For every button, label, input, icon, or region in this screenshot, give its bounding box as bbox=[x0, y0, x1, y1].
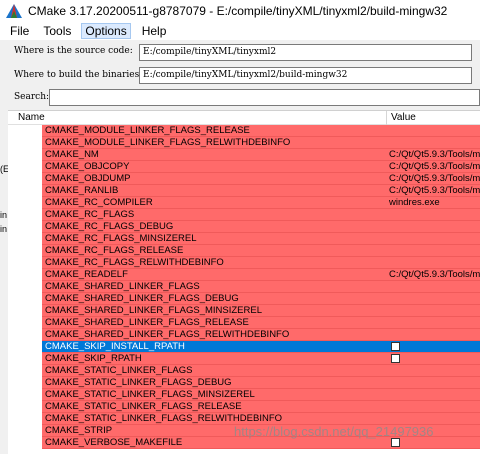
search-label: Search: bbox=[14, 92, 50, 102]
cache-entry-name: CMAKE_RC_COMPILER bbox=[45, 197, 153, 208]
menu-help[interactable]: Help bbox=[142, 24, 167, 38]
tree-indent-column bbox=[8, 125, 42, 454]
table-row[interactable]: CMAKE_STATIC_LINKER_FLAGS_MINSIZEREL bbox=[42, 389, 480, 401]
cache-entry-name: CMAKE_SKIP_INSTALL_RPATH bbox=[45, 341, 185, 352]
source-path-field[interactable]: E:/compile/tinyXML/tinyxml2 bbox=[139, 44, 472, 61]
cache-entry-name: CMAKE_SHARED_LINKER_FLAGS_MINSIZEREL bbox=[45, 305, 262, 316]
cache-entry-name: CMAKE_RC_FLAGS_RELWITHDEBINFO bbox=[45, 257, 224, 268]
table-row[interactable]: CMAKE_SHARED_LINKER_FLAGS_DEBUG bbox=[42, 293, 480, 305]
table-header: Name Value bbox=[8, 111, 480, 125]
clipped-text: in bbox=[0, 224, 8, 234]
cache-entry-name: CMAKE_STATIC_LINKER_FLAGS bbox=[45, 365, 193, 376]
column-header-name[interactable]: Name bbox=[18, 112, 45, 123]
cache-entry-value[interactable]: C:/Qt/Qt5.9.3/Tools/m bbox=[389, 173, 480, 184]
cache-entry-name: CMAKE_SHARED_LINKER_FLAGS_RELEASE bbox=[45, 317, 249, 328]
bool-checkbox[interactable] bbox=[391, 354, 400, 363]
bool-checkbox[interactable] bbox=[391, 438, 400, 447]
table-row[interactable]: CMAKE_READELF C:/Qt/Qt5.9.3/Tools/m bbox=[42, 269, 480, 281]
table-row[interactable]: CMAKE_MODULE_LINKER_FLAGS_RELEASE bbox=[42, 125, 480, 137]
cache-entry-name: CMAKE_STRIP bbox=[45, 425, 113, 436]
cache-entry-value[interactable]: C:/Qt/Qt5.9.3/Tools/m bbox=[389, 161, 480, 172]
cache-entry-name: CMAKE_SHARED_LINKER_FLAGS bbox=[45, 281, 200, 292]
table-row[interactable]: CMAKE_MODULE_LINKER_FLAGS_RELWITHDEBINFO bbox=[42, 137, 480, 149]
table-row[interactable]: CMAKE_STATIC_LINKER_FLAGS_DEBUG bbox=[42, 377, 480, 389]
cache-entry-name: CMAKE_SHARED_LINKER_FLAGS_RELWITHDEBINFO bbox=[45, 329, 290, 340]
table-row[interactable]: CMAKE_SHARED_LINKER_FLAGS_MINSIZEREL bbox=[42, 305, 480, 317]
table-row[interactable]: CMAKE_SKIP_INSTALL_RPATH bbox=[42, 341, 480, 353]
menu-file[interactable]: File bbox=[10, 24, 29, 38]
clipped-text: in bbox=[0, 210, 8, 220]
cache-entry-name: CMAKE_NM bbox=[45, 149, 99, 160]
cache-entry-name: CMAKE_STATIC_LINKER_FLAGS_MINSIZEREL bbox=[45, 389, 255, 400]
table-row[interactable]: CMAKE_STATIC_LINKER_FLAGS bbox=[42, 365, 480, 377]
path-form: Where is the source code: E:/compile/tin… bbox=[8, 40, 480, 110]
table-row[interactable]: CMAKE_NM C:/Qt/Qt5.9.3/Tools/m bbox=[42, 149, 480, 161]
cmake-logo-icon bbox=[6, 4, 22, 18]
cache-entry-name: CMAKE_MODULE_LINKER_FLAGS_RELWITHDEBINFO bbox=[45, 137, 291, 148]
cache-entry-name: CMAKE_OBJCOPY bbox=[45, 161, 130, 172]
cache-entry-name: CMAKE_STATIC_LINKER_FLAGS_RELEASE bbox=[45, 401, 242, 412]
cache-entry-name: CMAKE_SKIP_RPATH bbox=[45, 353, 142, 364]
cache-entry-value[interactable]: C:/Qt/Qt5.9.3/Tools/m bbox=[389, 149, 480, 160]
table-row[interactable]: CMAKE_RC_FLAGS bbox=[42, 209, 480, 221]
cache-entry-value[interactable]: windres.exe bbox=[389, 197, 440, 208]
cache-entry-name: CMAKE_RC_FLAGS bbox=[45, 209, 135, 220]
title-bar: CMake 3.17.20200511-g8787079 - E:/compil… bbox=[0, 0, 480, 22]
table-row[interactable]: CMAKE_SHARED_LINKER_FLAGS_RELWITHDEBINFO bbox=[42, 329, 480, 341]
cache-entry-name: CMAKE_VERBOSE_MAKEFILE bbox=[45, 437, 183, 448]
cache-entry-name: CMAKE_STATIC_LINKER_FLAGS_DEBUG bbox=[45, 377, 232, 388]
cache-entry-name: CMAKE_STATIC_LINKER_FLAGS_RELWITHDEBINFO bbox=[45, 413, 283, 424]
table-row[interactable]: CMAKE_RC_FLAGS_MINSIZEREL bbox=[42, 233, 480, 245]
build-path-field[interactable]: E:/compile/tinyXML/tinyxml2/build-mingw3… bbox=[139, 67, 472, 84]
window-title: CMake 3.17.20200511-g8787079 - E:/compil… bbox=[28, 4, 448, 18]
table-row[interactable]: CMAKE_RANLIB C:/Qt/Qt5.9.3/Tools/m bbox=[42, 185, 480, 197]
menu-bar: File Tools Options Help bbox=[0, 22, 480, 40]
table-row[interactable]: CMAKE_RC_COMPILER windres.exe bbox=[42, 197, 480, 209]
watermark: https://blog.csdn.net/qq_21497936 bbox=[234, 424, 434, 439]
cache-entry-name: CMAKE_RANLIB bbox=[45, 185, 119, 196]
cache-entry-value[interactable]: C:/Qt/Qt5.9.3/Tools/m bbox=[389, 269, 480, 280]
cache-entry-name: CMAKE_SHARED_LINKER_FLAGS_DEBUG bbox=[45, 293, 239, 304]
cache-entry-name: CMAKE_RC_FLAGS_DEBUG bbox=[45, 221, 174, 232]
table-row[interactable]: CMAKE_OBJDUMP C:/Qt/Qt5.9.3/Tools/m bbox=[42, 173, 480, 185]
table-row[interactable]: CMAKE_STATIC_LINKER_FLAGS_RELEASE bbox=[42, 401, 480, 413]
cache-entry-name: CMAKE_RC_FLAGS_RELEASE bbox=[45, 245, 184, 256]
menu-tools[interactable]: Tools bbox=[43, 24, 71, 38]
cache-table: Name Value CMAKE_MODULE_LINKER_FLAGS_REL… bbox=[8, 110, 480, 454]
bool-checkbox[interactable] bbox=[391, 342, 400, 351]
background-window-strip: (E in in bbox=[0, 40, 9, 454]
table-body: CMAKE_MODULE_LINKER_FLAGS_RELEASE CMAKE_M… bbox=[42, 125, 480, 449]
source-label: Where is the source code: bbox=[14, 46, 133, 56]
table-row[interactable]: CMAKE_OBJCOPY C:/Qt/Qt5.9.3/Tools/m bbox=[42, 161, 480, 173]
menu-options[interactable]: Options bbox=[81, 23, 131, 39]
column-header-value[interactable]: Value bbox=[391, 112, 416, 123]
cache-entry-name: CMAKE_OBJDUMP bbox=[45, 173, 131, 184]
cache-entry-name: CMAKE_MODULE_LINKER_FLAGS_RELEASE bbox=[45, 125, 250, 136]
table-row[interactable]: CMAKE_RC_FLAGS_RELWITHDEBINFO bbox=[42, 257, 480, 269]
column-divider[interactable] bbox=[386, 111, 387, 125]
cache-entry-value[interactable]: C:/Qt/Qt5.9.3/Tools/m bbox=[389, 185, 480, 196]
build-label: Where to build the binaries: bbox=[14, 70, 143, 80]
cache-entry-name: CMAKE_READELF bbox=[45, 269, 128, 280]
table-row[interactable]: CMAKE_RC_FLAGS_RELEASE bbox=[42, 245, 480, 257]
table-row[interactable]: CMAKE_SHARED_LINKER_FLAGS_RELEASE bbox=[42, 317, 480, 329]
table-row[interactable]: CMAKE_RC_FLAGS_DEBUG bbox=[42, 221, 480, 233]
table-row[interactable]: CMAKE_SKIP_RPATH bbox=[42, 353, 480, 365]
cache-entry-name: CMAKE_RC_FLAGS_MINSIZEREL bbox=[45, 233, 197, 244]
search-input[interactable] bbox=[49, 89, 480, 106]
table-row[interactable]: CMAKE_SHARED_LINKER_FLAGS bbox=[42, 281, 480, 293]
